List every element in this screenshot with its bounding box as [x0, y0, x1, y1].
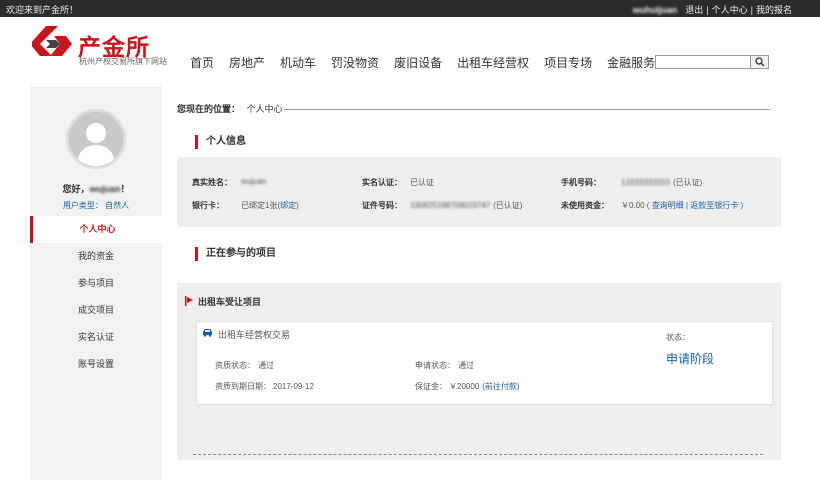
id-label: 证件号码：	[362, 201, 402, 210]
sidebar-item-joined-projects[interactable]: 参与项目	[30, 270, 162, 297]
expire-field: 资质到期日期： 2017-09-12	[215, 381, 314, 392]
phone-label: 手机号码：	[561, 178, 601, 187]
greeting-prefix: 您好，	[62, 184, 90, 194]
refund-to-card-link[interactable]: 返款至银行卡	[690, 201, 738, 210]
logout-link[interactable]: 退出	[685, 5, 703, 15]
expire-value: 2017-09-12	[273, 382, 314, 391]
query-details-link[interactable]: 查询明细	[652, 201, 684, 210]
project-name[interactable]: 出租车经营权交易	[218, 328, 290, 341]
flag-icon	[185, 296, 193, 306]
projects-panel: 出租车受让项目 出租车经营权交易 状态： 申请阶段 资质状态： 通过 申请状态：通…	[177, 283, 781, 460]
personal-info-panel: 真实姓名： wujuan 实名认证： 已认证 手机号码： 13333333333…	[177, 157, 781, 227]
personal-center-link[interactable]: 个人中心	[712, 5, 748, 15]
sidebar-menu: 个人中心 我的资金 参与项目 成交项目 实名认证 账号设置	[30, 216, 162, 378]
sidebar-item-account-settings[interactable]: 账号设置	[30, 351, 162, 378]
sidebar-item-my-funds[interactable]: 我的资金	[30, 243, 162, 270]
breadcrumb-label: 您现在的位置：	[177, 104, 241, 114]
funds-field: ￥0.00 ( 查询明细 | 返款至银行卡 )	[621, 201, 744, 210]
funds-label: 未使用资金：	[561, 201, 609, 210]
real-name-label: 真实姓名：	[192, 178, 232, 187]
qual-field: 资质状态： 通过	[215, 360, 274, 371]
id-value: 330825198709023747	[410, 201, 491, 210]
top-user-links: wuhuljuan 退出 | 个人中心 | 我的报名	[633, 3, 792, 16]
greeting-suffix: ！	[120, 184, 130, 194]
sidebar-username: wujuan	[89, 184, 121, 194]
qual-value: 通过	[258, 361, 274, 370]
id-field: 330825198709023747 (已认证)	[410, 200, 522, 211]
bank-label: 银行卡：	[192, 201, 224, 210]
section-title-projects: 正在参与的项目	[195, 247, 276, 261]
project-group-header: 出租车受让项目	[185, 295, 261, 308]
expire-label: 资质到期日期：	[215, 382, 271, 391]
bind-card-link[interactable]: 绑定	[280, 201, 296, 210]
deposit-field: 保证金： ￥20000 (前往付款)	[415, 381, 520, 392]
apply-field: 申请状态： 通过	[415, 360, 474, 371]
user-avatar-icon	[69, 112, 123, 166]
bank-close: )	[296, 201, 299, 210]
nav-vehicles[interactable]: 机动车	[280, 54, 316, 71]
phone-field: 13333333333 (已认证)	[621, 177, 702, 188]
search-button[interactable]	[750, 55, 769, 69]
sidebar-item-personal-center[interactable]: 个人中心	[30, 216, 162, 243]
avatar	[66, 109, 126, 169]
deposit-value: ￥20000	[449, 382, 480, 391]
qual-label: 资质状态：	[215, 361, 255, 370]
section-title-personal-info: 个人信息	[195, 135, 246, 149]
logo-icon[interactable]	[32, 26, 72, 58]
breadcrumb-divider	[284, 109, 770, 110]
main-nav: 首页 房地产 机动车 罚没物资 废旧设备 出租车经营权 项目专场 金融服务	[190, 54, 670, 71]
apply-label: 申请状态：	[415, 361, 455, 370]
sidebar-item-completed-projects[interactable]: 成交项目	[30, 297, 162, 324]
pay-deposit-link[interactable]: (前往付款)	[482, 382, 519, 391]
breadcrumb-current: 个人中心	[246, 104, 283, 114]
divider: |	[706, 5, 709, 15]
sidebar: 您好，wujuan！ 用户类型： 自然人 个人中心 我的资金 参与项目 成交项目…	[30, 86, 162, 480]
status-label: 状态：	[666, 333, 690, 342]
deposit-label: 保证金：	[415, 382, 447, 391]
logo-subtitle: 杭州产权交易所旗下网站	[79, 57, 167, 66]
user-type: 用户类型： 自然人	[62, 201, 130, 210]
sidebar-item-verification[interactable]: 实名认证	[30, 324, 162, 351]
funds-value: ￥0.00	[621, 201, 645, 210]
nav-real-estate[interactable]: 房地产	[229, 54, 265, 71]
apply-value: 通过	[458, 361, 474, 370]
nav-home[interactable]: 首页	[190, 54, 214, 71]
nav-equipment[interactable]: 废旧设备	[394, 54, 442, 71]
nav-finance[interactable]: 金融服务	[607, 54, 655, 71]
project-card[interactable]: 出租车经营权交易 状态： 申请阶段 资质状态： 通过 申请状态： 通过 资质到期日期…	[196, 321, 773, 405]
top-bar: 欢迎来到产金所！ wuhuljuan 退出 | 个人中心 | 我的报名	[0, 0, 820, 17]
nav-confiscated[interactable]: 罚没物资	[331, 54, 379, 71]
phone-value: 13333333333	[621, 178, 670, 187]
verify-label: 实名认证：	[362, 178, 402, 187]
welcome-text: 欢迎来到产金所！	[6, 5, 79, 15]
search-icon	[754, 57, 764, 67]
breadcrumb: 您现在的位置： 个人中心	[177, 102, 283, 115]
dashed-divider	[193, 454, 763, 455]
my-signup-link[interactable]: 我的报名	[756, 5, 792, 15]
project-group-title: 出租车受让项目	[198, 297, 262, 307]
verify-value: 已认证	[410, 178, 434, 187]
divider: |	[750, 5, 753, 15]
bank-field: 已绑定1张(绑定)	[241, 200, 299, 211]
phone-status: (已认证)	[672, 178, 703, 187]
bank-value: 已绑定1张(	[241, 201, 281, 210]
nav-taxi-rights[interactable]: 出租车经营权	[457, 54, 529, 71]
search-box	[655, 55, 769, 69]
greeting: 您好，wujuan！	[30, 182, 162, 195]
id-status: (已认证)	[493, 201, 523, 210]
search-input[interactable]	[656, 56, 752, 68]
status-value: 申请阶段	[666, 352, 715, 366]
real-name-value: wujuan	[241, 177, 267, 186]
car-icon	[203, 329, 212, 337]
nav-projects[interactable]: 项目专场	[544, 54, 592, 71]
top-username: wuhuljuan	[632, 5, 678, 15]
